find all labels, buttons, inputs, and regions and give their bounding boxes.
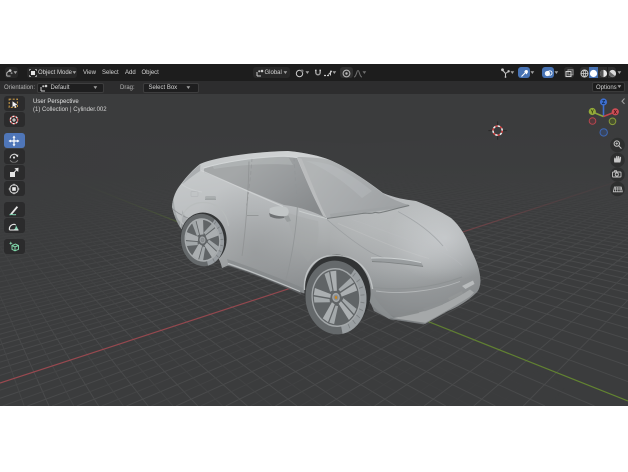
svg-text:Z: Z xyxy=(602,100,605,106)
